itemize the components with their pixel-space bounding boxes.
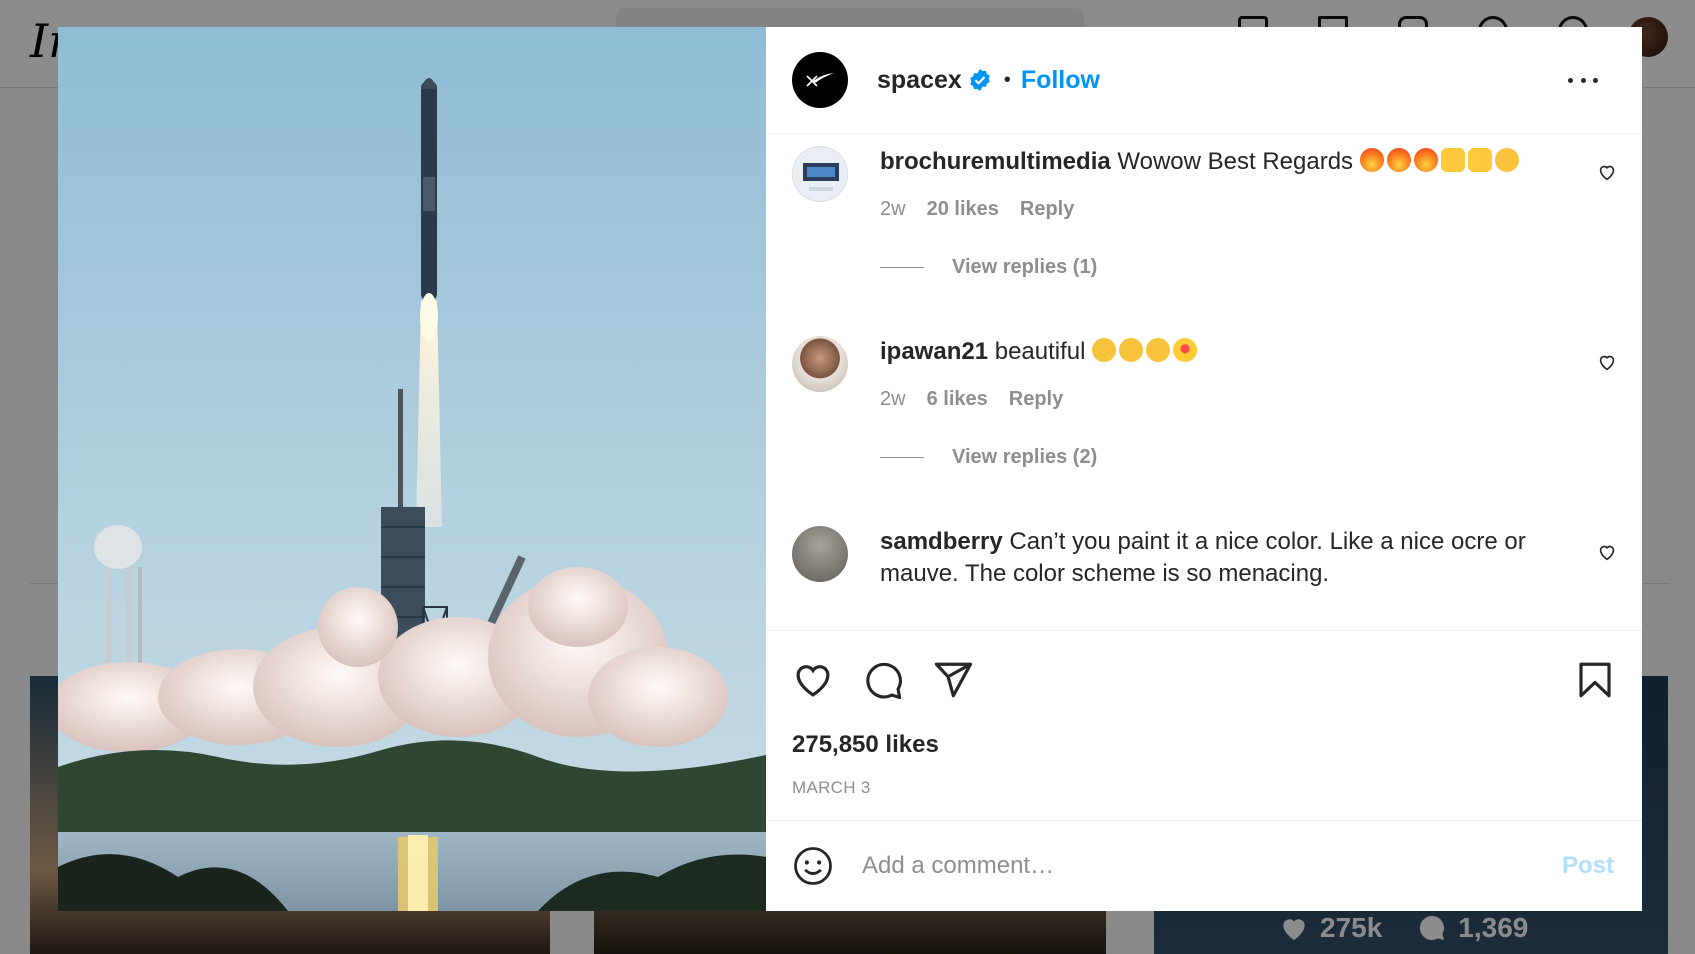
- fire-emoji-icon: [1386, 148, 1411, 172]
- comment-likes[interactable]: 6 likes: [927, 388, 988, 411]
- comment-message: beautiful: [994, 338, 1086, 365]
- share-icon[interactable]: [932, 659, 974, 701]
- view-replies-button[interactable]: View replies (2): [880, 446, 1097, 469]
- raised-hands-emoji-icon: [1467, 148, 1492, 172]
- comment-username[interactable]: brochuremultimedia: [880, 148, 1111, 175]
- bookmark-icon[interactable]: [1574, 659, 1616, 701]
- comment-input[interactable]: [862, 852, 1522, 880]
- commenter-avatar[interactable]: [792, 526, 848, 582]
- fire-emoji-icon: [1413, 148, 1438, 172]
- comment-item: brochuremultimedia Wowow Best Regards 2w…: [792, 146, 1618, 326]
- post-date: MARCH 3: [792, 778, 871, 797]
- comment-icon[interactable]: [862, 659, 904, 701]
- comment-heart-icon[interactable]: [1596, 161, 1618, 183]
- post-comment-button[interactable]: Post: [1562, 852, 1614, 880]
- add-comment-bar: Post: [766, 820, 1642, 911]
- view-replies-button[interactable]: View replies (1): [880, 256, 1097, 279]
- comment-likes[interactable]: 20 likes: [927, 198, 999, 221]
- comment-emoji: [1092, 338, 1200, 365]
- post-modal: spacex • Follow brochuremultimedia Wowow…: [58, 27, 1642, 911]
- reply-button[interactable]: Reply: [1009, 388, 1063, 411]
- raised-hands-emoji-icon: [1440, 148, 1465, 172]
- heart-eyes-emoji-icon: [1173, 338, 1198, 362]
- view-replies-label: View replies (1): [952, 256, 1098, 278]
- replies-line: [880, 267, 924, 268]
- comment-text: brochuremultimedia Wowow Best Regards: [880, 146, 1548, 178]
- emoji-icon[interactable]: [792, 845, 834, 887]
- comment-heart-icon[interactable]: [1596, 541, 1618, 563]
- reply-button[interactable]: Reply: [1020, 198, 1074, 221]
- comment-emoji: [1359, 148, 1522, 175]
- comment-text: ipawan21 beautiful: [880, 336, 1548, 368]
- clapping-hands-emoji-icon: [1092, 338, 1117, 362]
- comment-item: samdberry Can’t you paint it a nice colo…: [792, 526, 1618, 630]
- comment-meta: 2w 6 likes Reply: [880, 388, 1063, 411]
- rocket-launch-photo: [58, 27, 766, 911]
- header-separator: •: [1003, 68, 1011, 91]
- clapping-hands-emoji-icon: [1494, 148, 1519, 172]
- comment-time: 2w: [880, 198, 906, 220]
- post-actions: 275,850 likes MARCH 3: [766, 630, 1642, 848]
- comments-list[interactable]: brochuremultimedia Wowow Best Regards 2w…: [766, 134, 1642, 630]
- verified-badge-icon: [970, 69, 990, 91]
- author-avatar[interactable]: [792, 52, 848, 108]
- comment-username[interactable]: ipawan21: [880, 338, 988, 365]
- heart-icon[interactable]: [792, 659, 834, 701]
- commenter-avatar[interactable]: [792, 146, 848, 202]
- comment-heart-icon[interactable]: [1596, 351, 1618, 373]
- post-header: spacex • Follow: [766, 27, 1642, 134]
- view-replies-label: View replies (2): [952, 446, 1098, 468]
- comment-text: samdberry Can’t you paint it a nice colo…: [880, 526, 1548, 590]
- likes-count[interactable]: 275,850 likes: [792, 731, 939, 759]
- comment-username[interactable]: samdberry: [880, 528, 1003, 555]
- comment-message: Wowow Best Regards: [1117, 148, 1354, 175]
- clapping-hands-emoji-icon: [1119, 338, 1144, 362]
- post-image: [58, 27, 766, 911]
- spacex-logo-icon: [806, 73, 834, 87]
- fire-emoji-icon: [1359, 148, 1384, 172]
- commenter-avatar[interactable]: [792, 336, 848, 392]
- author-username[interactable]: spacex: [877, 66, 962, 95]
- more-options-icon[interactable]: [1568, 65, 1598, 95]
- clapping-hands-emoji-icon: [1146, 338, 1171, 362]
- comment-item: ipawan21 beautiful 2w 6 likes Reply View…: [792, 336, 1618, 516]
- comment-time: 2w: [880, 388, 906, 410]
- post-details-panel: spacex • Follow brochuremultimedia Wowow…: [766, 27, 1642, 911]
- follow-button[interactable]: Follow: [1021, 66, 1100, 95]
- comment-meta: 2w 20 likes Reply: [880, 198, 1074, 221]
- replies-line: [880, 457, 924, 458]
